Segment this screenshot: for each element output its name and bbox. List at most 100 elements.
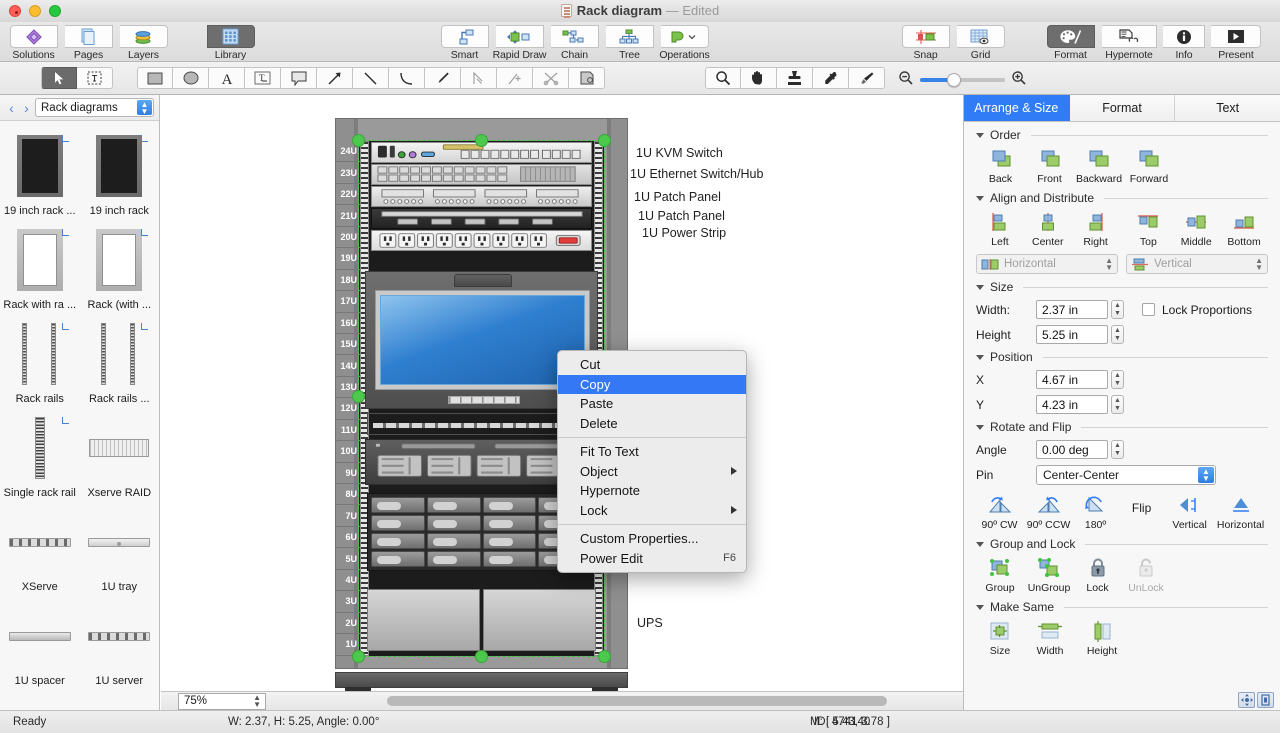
text-tool[interactable]: A bbox=[209, 67, 245, 89]
angle-input[interactable]: 0.00 deg bbox=[1036, 440, 1108, 459]
zoom-slider-knob[interactable] bbox=[947, 72, 961, 87]
tab-arrange-and-size[interactable]: Arrange & Size bbox=[964, 95, 1070, 121]
resize-handle-bottom-center[interactable] bbox=[475, 650, 488, 663]
library-item-19-inch-rack-1[interactable]: 19 inch rack ... bbox=[0, 127, 80, 221]
library-item-rack-with-rails-2[interactable]: Rack (with ... bbox=[80, 221, 160, 315]
fit-page-icon[interactable] bbox=[1257, 692, 1274, 708]
height-stepper[interactable]: ▲ ▼ bbox=[1111, 325, 1124, 344]
context-menu-item-object[interactable]: Object bbox=[558, 462, 746, 482]
resize-handle-top-left[interactable] bbox=[352, 134, 365, 147]
order-front-button[interactable]: Front bbox=[1025, 147, 1074, 185]
callout-kvm-switch[interactable]: 1U KVM Switch bbox=[636, 146, 723, 160]
angle-stepper[interactable]: ▲ ▼ bbox=[1111, 440, 1124, 459]
library-item-1u-tray[interactable]: 1U tray bbox=[80, 503, 160, 597]
tab-format[interactable]: Format bbox=[1069, 95, 1176, 121]
shape-edit-tool[interactable] bbox=[569, 67, 605, 89]
flip-vertical-button[interactable]: Vertical bbox=[1166, 493, 1213, 531]
eyedropper-tool[interactable] bbox=[813, 67, 849, 89]
align-top-button[interactable]: Top bbox=[1124, 210, 1172, 248]
section-group-header[interactable]: Group and Lock bbox=[976, 537, 1268, 551]
ungroup-button[interactable]: UnGroup bbox=[1024, 556, 1074, 594]
zoom-in-icon[interactable] bbox=[1011, 70, 1027, 89]
line-tool[interactable] bbox=[353, 67, 389, 89]
hand-tool[interactable] bbox=[741, 67, 777, 89]
callout-power-strip[interactable]: 1U Power Strip bbox=[642, 226, 726, 240]
library-item-rack-rails-1[interactable]: Rack rails bbox=[0, 315, 80, 409]
disclosure-triangle-icon[interactable] bbox=[976, 541, 984, 547]
library-item-xserve[interactable]: XServe bbox=[0, 503, 80, 597]
resize-handle-bottom-left[interactable] bbox=[352, 650, 365, 663]
align-right-button[interactable]: Right bbox=[1072, 210, 1120, 248]
toolbar-snap-button[interactable]: Snap bbox=[898, 24, 953, 61]
context-menu-item-cut[interactable]: Cut bbox=[558, 355, 746, 375]
horizontal-scrollbar[interactable] bbox=[272, 695, 955, 707]
add-point-tool[interactable] bbox=[461, 67, 497, 89]
callout-ethernet-switch[interactable]: 1U Ethernet Switch/Hub bbox=[630, 167, 763, 181]
align-left-button[interactable]: Left bbox=[976, 210, 1024, 248]
library-item-1u-server[interactable]: 1U server bbox=[80, 597, 160, 691]
toolbar-smart-button[interactable]: Smart bbox=[437, 24, 492, 61]
library-item-xserve-raid[interactable]: Xserve RAID bbox=[80, 409, 160, 503]
text-box-tool[interactable]: T bbox=[245, 67, 281, 89]
zoom-out-icon[interactable] bbox=[898, 70, 914, 89]
distribute-vertical-select[interactable]: Vertical ▲ ▼ bbox=[1126, 254, 1268, 274]
toolbar-rapid-draw-button[interactable]: Rapid Draw bbox=[492, 24, 547, 61]
rotate-cw-button[interactable]: 90º CW bbox=[976, 493, 1023, 531]
disclosure-triangle-icon[interactable] bbox=[976, 284, 984, 290]
zoom-stepper-icon[interactable]: ▲ ▼ bbox=[253, 694, 261, 709]
add-segment-tool[interactable] bbox=[497, 67, 533, 89]
chevron-right-icon[interactable]: › bbox=[20, 101, 33, 115]
section-position-header[interactable]: Position bbox=[976, 350, 1268, 364]
position-x-stepper[interactable]: ▲ ▼ bbox=[1111, 370, 1124, 389]
resize-handle-bottom-right[interactable] bbox=[598, 650, 611, 663]
context-menu-item-lock[interactable]: Lock bbox=[558, 501, 746, 521]
disclosure-triangle-icon[interactable] bbox=[976, 604, 984, 610]
width-stepper[interactable]: ▲ ▼ bbox=[1111, 300, 1124, 319]
toolbar-solutions-button[interactable]: Solutions bbox=[6, 24, 61, 61]
toolbar-layers-button[interactable]: Layers bbox=[116, 24, 171, 61]
pointer-tool[interactable] bbox=[41, 67, 77, 89]
resize-handle-middle-left[interactable] bbox=[352, 390, 365, 403]
toolbar-grid-button[interactable]: Grid bbox=[953, 24, 1008, 61]
align-bottom-button[interactable]: Bottom bbox=[1220, 210, 1268, 248]
context-menu-item-delete[interactable]: Delete bbox=[558, 414, 746, 434]
disclosure-triangle-icon[interactable] bbox=[976, 132, 984, 138]
order-back-button[interactable]: Back bbox=[976, 147, 1025, 185]
ellipse-tool[interactable] bbox=[173, 67, 209, 89]
toolbar-tree-button[interactable]: Tree bbox=[602, 24, 657, 61]
callout-tool[interactable] bbox=[281, 67, 317, 89]
callout-patch-panel-1[interactable]: 1U Patch Panel bbox=[634, 190, 721, 204]
toolbar-pages-button[interactable]: Pages bbox=[61, 24, 116, 61]
context-menu-item-hypernote[interactable]: Hypernote bbox=[558, 481, 746, 501]
toolbar-library-button[interactable]: Library bbox=[203, 24, 258, 61]
make-same-height-button[interactable]: Height bbox=[1076, 619, 1128, 657]
make-same-size-button[interactable]: Size bbox=[976, 619, 1024, 657]
position-x-input[interactable]: 4.67 in bbox=[1036, 370, 1108, 389]
toolbar-info-button[interactable]: Info bbox=[1160, 24, 1208, 61]
zoom-tool[interactable] bbox=[705, 67, 741, 89]
arrow-tool[interactable] bbox=[317, 67, 353, 89]
resize-handle-top-right[interactable] bbox=[598, 134, 611, 147]
context-menu-item-copy[interactable]: Copy bbox=[558, 374, 746, 394]
context-menu-item-paste[interactable]: Paste bbox=[558, 394, 746, 414]
position-y-input[interactable]: 4.23 in bbox=[1036, 395, 1108, 414]
lock-button[interactable]: Lock bbox=[1074, 556, 1121, 594]
zoom-percent-input[interactable]: 75% ▲ ▼ bbox=[178, 692, 266, 710]
resize-handle-top-center[interactable] bbox=[475, 134, 488, 147]
unlock-button[interactable]: UnLock bbox=[1121, 556, 1171, 594]
distribute-horizontal-select[interactable]: Horizontal ▲ ▼ bbox=[976, 254, 1118, 274]
rotate-180-button[interactable]: 180º bbox=[1074, 493, 1117, 531]
zoom-slider[interactable] bbox=[920, 72, 1005, 87]
width-input[interactable]: 2.37 in bbox=[1036, 300, 1108, 319]
tab-text[interactable]: Text bbox=[1175, 95, 1280, 121]
align-center-button[interactable]: Center bbox=[1024, 210, 1072, 248]
rotate-ccw-button[interactable]: 90º CCW bbox=[1023, 493, 1074, 531]
disclosure-triangle-icon[interactable] bbox=[976, 354, 984, 360]
order-backward-button[interactable]: Backward bbox=[1074, 147, 1124, 185]
pin-select[interactable]: Center-Center ▲ ▼ bbox=[1036, 465, 1216, 485]
library-category-select[interactable]: Rack diagrams ▲ ▼ bbox=[35, 98, 154, 117]
section-order-header[interactable]: Order bbox=[976, 128, 1268, 142]
height-input[interactable]: 5.25 in bbox=[1036, 325, 1108, 344]
group-button[interactable]: Group bbox=[976, 556, 1024, 594]
chevron-left-icon[interactable]: ‹ bbox=[5, 101, 18, 115]
